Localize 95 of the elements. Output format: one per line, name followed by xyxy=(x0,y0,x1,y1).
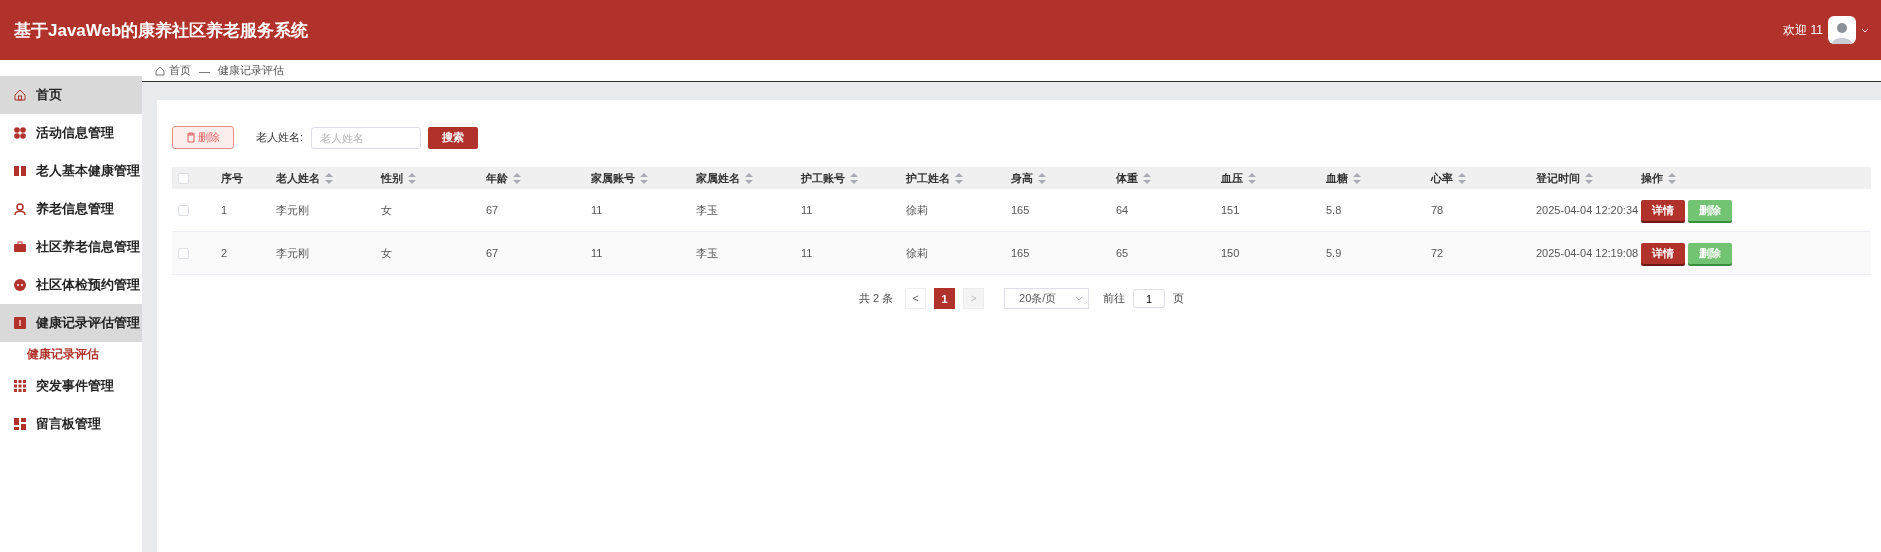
column-header[interactable]: 心率 xyxy=(1431,171,1453,184)
table-cell-text: 女 xyxy=(381,202,393,218)
column-header[interactable]: 性别 xyxy=(381,171,403,184)
avatar-icon[interactable] xyxy=(1828,16,1856,44)
table-cell-text: 2025-04-04 12:19:08 xyxy=(1536,246,1640,261)
sort-icon xyxy=(1458,173,1466,185)
home-icon xyxy=(14,89,26,101)
table-cell-text: 5.9 xyxy=(1326,247,1343,259)
column-header[interactable]: 血压 xyxy=(1221,171,1243,184)
table-cell-text: 64 xyxy=(1116,204,1130,216)
table-cell-text: 11 xyxy=(591,204,604,216)
field-label: 老人姓名: xyxy=(256,130,304,145)
sort-icon xyxy=(955,173,963,185)
dashboard-icon xyxy=(14,418,26,430)
table-cell-text: 151 xyxy=(1221,204,1241,216)
table-cell-text: 11 xyxy=(801,247,814,259)
sidebar-item[interactable]: 养老信息管理 xyxy=(0,190,142,228)
sidebar-item[interactable]: 社区体检预约管理 xyxy=(0,266,142,304)
table-cell-text: 李元刚 xyxy=(276,245,310,261)
column-header: 序号 xyxy=(221,171,243,184)
table-cell-text: 李玉 xyxy=(696,245,719,261)
user-icon xyxy=(14,203,26,215)
table-cell-text: 78 xyxy=(1431,204,1445,216)
sidebar-item[interactable]: 首页 xyxy=(0,76,142,114)
prev-page-button[interactable]: < xyxy=(905,288,927,309)
table-cell-text: 5.8 xyxy=(1326,204,1343,216)
grid-icon xyxy=(14,380,26,392)
page-number-field[interactable]: 1 xyxy=(1133,289,1166,308)
sidebar-item[interactable]: 突发事件管理 xyxy=(0,367,142,405)
goto-label: 前往 xyxy=(1103,291,1126,306)
table-cell-text: 165 xyxy=(1011,204,1031,216)
table-cell-text: 165 xyxy=(1011,247,1031,259)
dots-circle-icon xyxy=(14,279,26,291)
sort-icon xyxy=(1038,173,1046,185)
column-header[interactable]: 体重 xyxy=(1116,171,1138,184)
page-unit-text: 页 xyxy=(1173,291,1185,306)
sidebar-item[interactable]: 老人基本健康管理 xyxy=(0,152,142,190)
sort-icon xyxy=(1668,173,1676,185)
table-cell-text: 2025-04-04 12:20:34 xyxy=(1536,203,1640,218)
name-search-field[interactable]: 老人姓名 xyxy=(311,126,422,149)
table-cell-text: 李玉 xyxy=(696,202,719,218)
column-header[interactable]: 年龄 xyxy=(486,171,508,184)
sidebar-item[interactable]: 留言板管理 xyxy=(0,405,142,443)
sort-icon xyxy=(850,173,858,185)
column-header[interactable]: 操作 xyxy=(1641,171,1663,184)
flower-icon xyxy=(14,127,26,139)
detail-button[interactable]: 详情 xyxy=(1641,199,1685,221)
chevron-down-icon xyxy=(1861,27,1869,33)
total-count: 共 2 条 xyxy=(858,291,894,306)
sort-icon xyxy=(513,173,521,185)
trash-icon xyxy=(186,132,196,143)
table-cell-text: 女 xyxy=(381,245,393,261)
breadcrumb-separator: — xyxy=(199,64,210,77)
sort-icon xyxy=(1585,173,1593,185)
sort-icon xyxy=(408,173,416,185)
home-icon xyxy=(155,65,165,76)
sidebar-subitem[interactable]: 健康记录评估 xyxy=(0,342,142,367)
table-cell-text: 67 xyxy=(486,204,500,216)
detail-button[interactable]: 详情 xyxy=(1641,242,1685,264)
row-checkbox[interactable] xyxy=(178,248,189,260)
page-size-select[interactable]: 20条/页 xyxy=(1004,288,1090,309)
sidebar-item[interactable]: 社区养老信息管理 xyxy=(0,228,142,266)
select-all-checkbox[interactable] xyxy=(178,173,189,185)
table-cell-text: 徐莉 xyxy=(906,245,929,261)
sort-icon xyxy=(640,173,648,185)
table-cell-text: 72 xyxy=(1431,247,1445,259)
sort-icon xyxy=(745,173,753,185)
table-cell-text: 2 xyxy=(221,247,229,259)
search-button[interactable]: 搜索 xyxy=(428,126,479,149)
sort-icon xyxy=(325,173,333,185)
row-checkbox[interactable] xyxy=(178,205,189,217)
table-cell-text: 1 xyxy=(221,204,229,216)
table-cell-text: 150 xyxy=(1221,247,1241,259)
sidebar-item[interactable]: 活动信息管理 xyxy=(0,114,142,152)
chevron-down-icon xyxy=(1075,296,1084,301)
breadcrumb-item: 健康记录评估 xyxy=(218,63,284,78)
briefcase-icon xyxy=(14,241,26,253)
welcome-text: 欢迎 11 xyxy=(1783,21,1823,39)
table-cell-text: 11 xyxy=(801,204,814,216)
page-button[interactable]: 1 xyxy=(934,288,956,309)
table-cell-text: 67 xyxy=(486,247,500,259)
sort-icon xyxy=(1143,173,1151,185)
app-title: 基于JavaWeb的康养社区养老服务系统 xyxy=(14,19,309,42)
table-cell-text: 65 xyxy=(1116,247,1130,259)
table-cell-text: 徐莉 xyxy=(906,202,929,218)
table-cell-text: 李元刚 xyxy=(276,202,310,218)
sort-icon xyxy=(1248,173,1256,185)
sort-icon xyxy=(1353,173,1361,185)
sidebar-item[interactable]: 健康记录评估管理 xyxy=(0,304,142,342)
square-icon xyxy=(14,317,26,329)
column-header[interactable]: 血糖 xyxy=(1326,171,1348,184)
table-cell-text: 11 xyxy=(591,247,604,259)
book-icon xyxy=(14,165,26,177)
column-header[interactable]: 身高 xyxy=(1011,171,1033,184)
breadcrumb-item[interactable]: 首页 xyxy=(169,63,191,78)
